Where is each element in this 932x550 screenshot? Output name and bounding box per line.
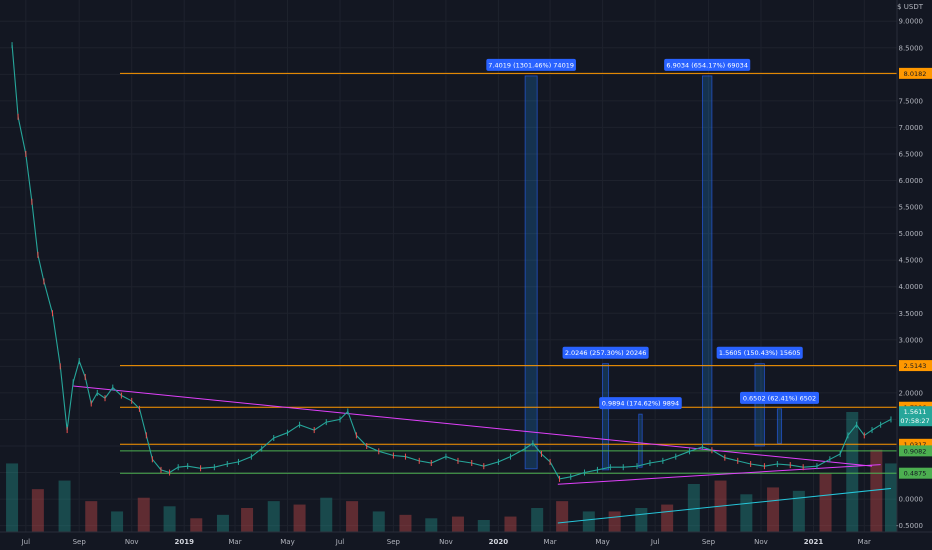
- volume-bar: [531, 508, 544, 532]
- y-tick-label: 7.0000: [899, 124, 924, 132]
- volume-bar: [241, 508, 254, 532]
- volume-bar: [635, 508, 648, 532]
- level-price-label: 8.0182: [904, 70, 927, 78]
- measurement-box[interactable]: [602, 363, 610, 471]
- y-tick-label: 2.0000: [899, 389, 924, 397]
- x-tick-label: Nov: [754, 538, 768, 546]
- volume-bar: [320, 497, 333, 532]
- measurement-label: 2.0246 (257.30%) 20246: [565, 349, 647, 357]
- volume-bar: [425, 518, 438, 532]
- volume-bar: [556, 501, 569, 532]
- volume-bar: [111, 511, 124, 532]
- x-tick-label: 2020: [489, 538, 509, 546]
- measurement-box[interactable]: [776, 408, 783, 444]
- volume-bar: [346, 501, 359, 532]
- volume-bar: [267, 501, 280, 532]
- y-tick-label: 3.5000: [899, 310, 924, 318]
- x-tick-label: May: [280, 538, 294, 546]
- volume-bar: [582, 511, 595, 532]
- measurement-box[interactable]: [754, 363, 765, 447]
- y-axis-unit-label: $ USDT: [897, 3, 924, 11]
- level-price-label: 0.4875: [904, 470, 927, 478]
- measurement-label: 7.4019 (1301.46%) 74019: [488, 61, 574, 69]
- price-chart[interactable]: 7.4019 (1301.46%) 74019 2.0246 (257.30%) …: [0, 0, 932, 550]
- x-tick-label: May: [595, 538, 609, 546]
- volume-bar: [372, 511, 385, 532]
- volume-bar: [767, 487, 780, 532]
- y-tick-label: 3.0000: [899, 336, 924, 344]
- volume-bar: [819, 473, 832, 532]
- volume-bar: [216, 514, 229, 532]
- measurement-label: 0.6502 (62.41%) 6502: [743, 394, 816, 402]
- volume-bar: [792, 490, 805, 532]
- volume-bar: [504, 516, 517, 532]
- y-tick-label: 0.0000: [899, 496, 924, 504]
- y-tick-label: 8.5000: [899, 44, 924, 52]
- x-tick-label: Sep: [702, 538, 716, 546]
- volume-bar: [137, 497, 150, 532]
- volume-bar: [477, 520, 490, 532]
- volume-bar: [608, 511, 621, 532]
- level-price-label: 0.9082: [904, 447, 927, 455]
- candle-countdown: 07:58:27: [900, 417, 929, 425]
- volume-bar: [58, 480, 71, 532]
- y-tick-label: 6.5000: [899, 150, 924, 158]
- volume-bar: [293, 504, 306, 532]
- measurement-box[interactable]: [524, 75, 538, 470]
- x-tick-label: Mar: [228, 538, 241, 546]
- volume-bar: [85, 501, 98, 532]
- volume-bar: [661, 504, 674, 532]
- level-price-label: 2.5143: [904, 362, 927, 370]
- x-tick-label: Nov: [125, 538, 139, 546]
- x-tick-label: 2019: [174, 538, 194, 546]
- y-tick-label: 9.0000: [899, 18, 924, 26]
- x-tick-label: Jul: [650, 538, 660, 546]
- volume-bar: [163, 506, 176, 532]
- y-tick-label: 4.0000: [899, 283, 924, 291]
- volume-bar: [31, 489, 44, 532]
- y-tick-label: -0.5000: [896, 522, 923, 530]
- measurement-label: 1.5605 (150.43%) 15605: [719, 349, 801, 357]
- x-tick-label: Mar: [543, 538, 556, 546]
- x-tick-label: Sep: [387, 538, 401, 546]
- current-price-label: 1.5611: [904, 408, 927, 416]
- volume-bar: [740, 494, 753, 532]
- volume-bar: [190, 518, 203, 532]
- volume-bar: [451, 516, 464, 532]
- measurement-box[interactable]: [638, 413, 643, 468]
- y-tick-label: 5.0000: [899, 230, 924, 238]
- measurement-label: 0.9894 (174.62%) 9894: [602, 400, 679, 408]
- x-tick-label: 2021: [804, 538, 824, 546]
- volume-bar: [399, 514, 412, 532]
- measurement-label: 6.9034 (654.17%) 69034: [666, 61, 748, 69]
- y-tick-label: 7.5000: [899, 97, 924, 105]
- volume-bar: [6, 463, 19, 532]
- y-tick-label: 6.0000: [899, 177, 924, 185]
- x-tick-label: Sep: [73, 538, 87, 546]
- measurement-box[interactable]: [702, 75, 713, 444]
- x-tick-label: Jul: [21, 538, 31, 546]
- chart-background: [0, 0, 932, 550]
- y-tick-label: 5.5000: [899, 204, 924, 212]
- x-tick-label: Jul: [335, 538, 345, 546]
- x-tick-label: Mar: [858, 538, 871, 546]
- x-tick-label: Nov: [439, 538, 453, 546]
- y-tick-label: 4.5000: [899, 257, 924, 265]
